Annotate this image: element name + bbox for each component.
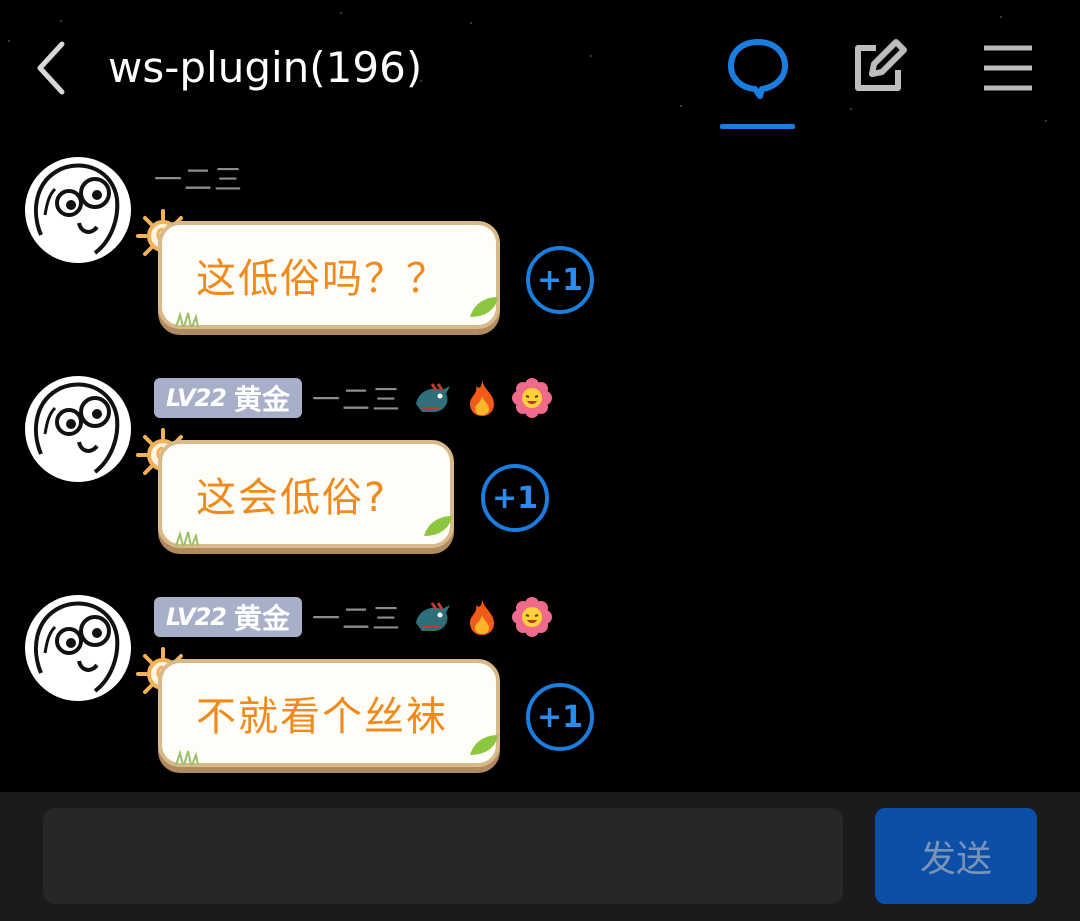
active-tab-indicator [720,124,795,129]
message-item: LV22 黄金 一二三 [0,374,1080,574]
message-text: 不就看个丝袜 [196,694,448,740]
level-text: LV22 [166,603,227,631]
send-button[interactable]: 发送 [875,808,1037,904]
rage-face-avatar-icon [33,163,120,255]
fire-emoji-icon [470,599,494,635]
chat-header: ws-plugin(196) [0,0,1080,135]
grass-decoration-icon [175,749,199,765]
sender-nickname[interactable]: 一二三 [312,597,402,637]
level-text: LV22 [166,384,227,412]
leaf-decoration-icon [424,516,452,536]
edit-button[interactable] [840,30,916,106]
level-title: 黄金 [233,602,290,635]
message-item: 一二三 这低俗吗？？ +1 [0,155,1080,355]
tab-chat[interactable] [720,30,796,106]
sender-meta: LV22 黄金 一二三 [154,377,552,419]
message-bubble[interactable]: 这会低俗? [158,440,454,548]
level-badge: LV22 黄金 [154,597,302,637]
message-bubble[interactable]: 这低俗吗？？ [158,221,500,329]
menu-icon [984,45,1032,91]
back-icon [37,41,65,95]
avatar[interactable] [25,376,131,482]
sender-meta: 一二三 [154,157,244,199]
message-input[interactable] [43,808,843,904]
leaf-decoration-icon [470,735,498,755]
avatar[interactable] [25,595,131,701]
rage-face-avatar-icon [33,601,120,693]
grass-decoration-icon [175,530,199,546]
dragon-emoji-icon [416,383,450,412]
edit-icon [855,39,907,91]
message-bubble[interactable]: 不就看个丝袜 [158,659,500,767]
chat-title: ws-plugin(196) [108,43,423,92]
back-button[interactable] [28,38,76,98]
composer-bar: 发送 [0,792,1080,921]
message-text: 这低俗吗？？ [196,256,448,302]
flower-emoji-icon [512,378,552,418]
grass-decoration-icon [175,311,199,327]
level-title: 黄金 [233,383,290,416]
plus-one-button[interactable]: +1 [526,683,594,751]
avatar[interactable] [25,157,131,263]
message-item: LV22 黄金 一二三 [0,593,1080,793]
plus-one-button[interactable]: +1 [481,464,549,532]
leaf-decoration-icon [470,297,498,317]
message-text: 这会低俗? [196,475,388,521]
chat-bubble-icon [728,39,788,99]
dragon-emoji-icon [416,602,450,631]
sender-meta: LV22 黄金 一二三 [154,596,552,638]
menu-button[interactable] [970,30,1046,106]
sender-nickname[interactable]: 一二三 [154,158,244,198]
level-badge: LV22 黄金 [154,378,302,418]
sender-nickname[interactable]: 一二三 [312,378,402,418]
plus-one-button[interactable]: +1 [526,246,594,314]
flower-emoji-icon [512,597,552,637]
fire-emoji-icon [470,380,494,416]
rage-face-avatar-icon [33,382,120,474]
